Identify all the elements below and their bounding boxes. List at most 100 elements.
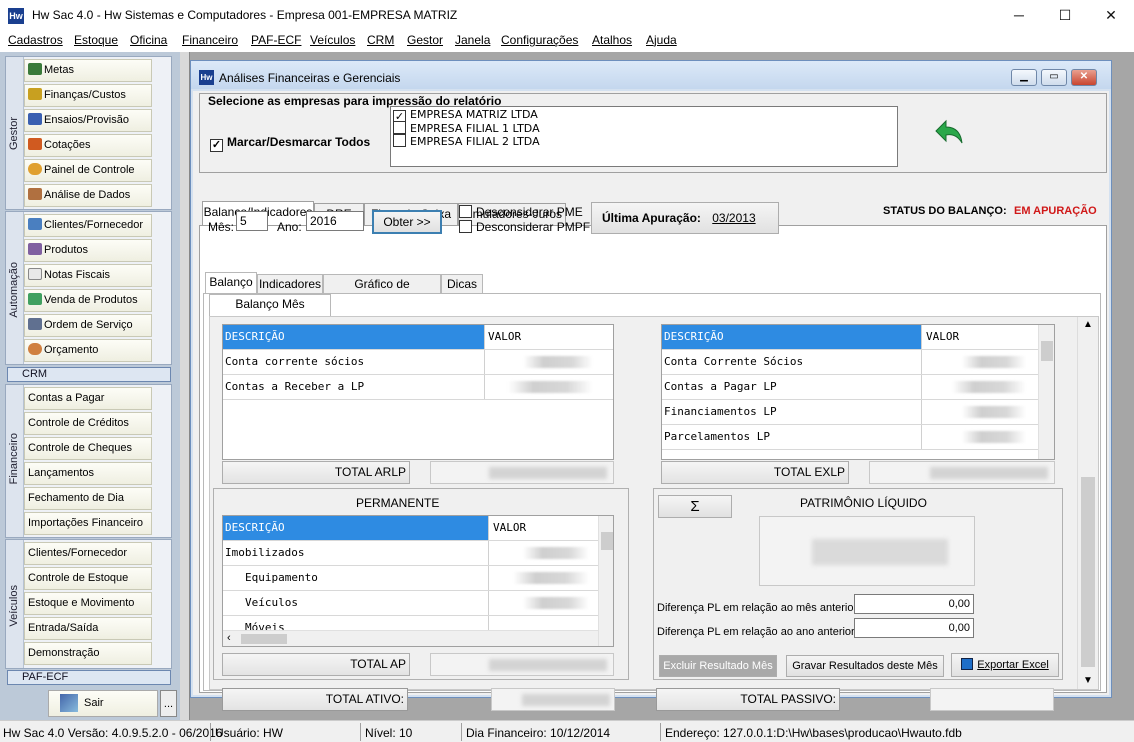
more-button[interactable]: ... bbox=[160, 690, 177, 717]
inner-tab-balanco-mes[interactable]: Balanço Mês Informado bbox=[209, 294, 331, 329]
scroll-thumb[interactable] bbox=[1041, 341, 1053, 361]
sidebar-item-venda[interactable]: Venda de Produtos bbox=[24, 289, 152, 312]
table-row[interactable]: Parcelamentos LP bbox=[662, 425, 1038, 450]
sidebar-item-lancamentos[interactable]: Lançamentos bbox=[24, 462, 152, 485]
ultima-apuracao-button[interactable]: Última Apuração: 03/2013 bbox=[591, 202, 779, 234]
table-row[interactable]: Financiamentos LP bbox=[662, 400, 1038, 425]
permanente-hscroll[interactable]: ‹ bbox=[223, 630, 598, 646]
exportar-excel-button[interactable]: Exportar Excel bbox=[951, 653, 1059, 677]
mes-input[interactable]: 5 bbox=[236, 211, 268, 231]
group-label-gestor[interactable]: Gestor bbox=[6, 57, 24, 209]
sigma-button[interactable]: Σ bbox=[658, 495, 732, 518]
checkbox-unchecked[interactable] bbox=[393, 134, 406, 147]
menu-financeiro[interactable]: Financeiro bbox=[182, 33, 238, 47]
sidebar-item-ensaios[interactable]: Ensaios/Provisão bbox=[24, 109, 152, 132]
company-item[interactable]: EMPRESA FILIAL 1 LTDA bbox=[393, 121, 540, 135]
sidebar-item-fechamento[interactable]: Fechamento de Dia bbox=[24, 487, 152, 510]
dif-ano-input[interactable]: 0,00 bbox=[854, 618, 974, 638]
table-row[interactable]: Contas a Receber a LP bbox=[223, 375, 613, 400]
sidebar-item-controle-cheques[interactable]: Controle de Cheques bbox=[24, 437, 152, 460]
menu-estoque[interactable]: Estoque bbox=[74, 33, 118, 47]
subtab-grafico-tendencias[interactable]: Gráfico de Tendências bbox=[323, 274, 441, 309]
sidebar-item-financas[interactable]: Finanças/Custos bbox=[24, 84, 152, 107]
sidebar-item-notas[interactable]: Notas Fiscais bbox=[24, 264, 152, 287]
sidebar-item-orcamento[interactable]: Orçamento bbox=[24, 339, 152, 362]
excluir-resultado-button[interactable]: Excluir Resultado Mês bbox=[659, 655, 777, 677]
sidebar-item-veic-demonstracao[interactable]: Demonstração bbox=[24, 642, 152, 665]
subtab-indicadores[interactable]: Indicadores bbox=[257, 274, 323, 294]
scroll-thumb[interactable] bbox=[601, 532, 613, 550]
table-row[interactable]: Equipamento bbox=[223, 566, 598, 591]
child-maximize-button[interactable]: ▭ bbox=[1041, 69, 1067, 86]
table-row[interactable]: Imobilizados bbox=[223, 541, 598, 566]
group-label-financeiro[interactable]: Financeiro bbox=[6, 385, 24, 537]
child-close-button[interactable]: ✕ bbox=[1071, 69, 1097, 86]
sidebar-item-analise[interactable]: Análise de Dados bbox=[24, 184, 152, 207]
sidebar-item-controle-creditos[interactable]: Controle de Créditos bbox=[24, 412, 152, 435]
minimize-button[interactable]: ─ bbox=[996, 0, 1042, 31]
checkbox-unchecked[interactable] bbox=[393, 121, 406, 134]
back-arrow-icon[interactable] bbox=[930, 119, 966, 147]
app-title: Hw Sac 4.0 - Hw Sistemas e Computadores … bbox=[32, 8, 458, 22]
scroll-thumb[interactable] bbox=[1081, 477, 1095, 667]
sidebar-group-crm[interactable]: CRM bbox=[7, 367, 171, 382]
menu-gestor[interactable]: Gestor bbox=[407, 33, 443, 47]
menu-crm[interactable]: CRM bbox=[367, 33, 394, 47]
menu-atalhos[interactable]: Atalhos bbox=[592, 33, 632, 47]
company-item[interactable]: EMPRESA FILIAL 2 LTDA bbox=[393, 134, 540, 148]
scroll-left-icon[interactable]: ‹ bbox=[227, 632, 231, 644]
desconsiderar-pmpf-checkbox[interactable]: Desconsiderar PMPF bbox=[459, 220, 590, 234]
total-passivo-value bbox=[930, 688, 1054, 711]
menu-bar: Cadastros Estoque Oficina Financeiro PAF… bbox=[0, 31, 1134, 51]
menu-janela[interactable]: Janela bbox=[455, 33, 490, 47]
menu-ajuda[interactable]: Ajuda bbox=[646, 33, 677, 47]
sidebar-item-painel[interactable]: Painel de Controle bbox=[24, 159, 152, 182]
marcar-todos-checkbox[interactable]: ✓ Marcar/Desmarcar Todos bbox=[210, 135, 370, 152]
subtab-dicas[interactable]: Dicas bbox=[441, 274, 483, 294]
sidebar-item-ordem[interactable]: Ordem de Serviço bbox=[24, 314, 152, 337]
sidebar-item-contas-pagar[interactable]: Contas a Pagar bbox=[24, 387, 152, 410]
group-label-veiculos[interactable]: Veículos bbox=[6, 540, 24, 668]
subtab-balanco[interactable]: Balanço bbox=[205, 272, 257, 294]
redacted-value bbox=[962, 406, 1026, 418]
checkbox-unchecked[interactable] bbox=[459, 205, 472, 218]
table-row[interactable]: Conta corrente sócios bbox=[223, 350, 613, 375]
checkbox-checked[interactable]: ✓ bbox=[210, 139, 223, 152]
sidebar-item-produtos[interactable]: Produtos bbox=[24, 239, 152, 262]
checkbox-unchecked[interactable] bbox=[459, 220, 472, 233]
scroll-up-icon[interactable]: ▲ bbox=[1083, 319, 1093, 330]
splitter[interactable] bbox=[180, 52, 190, 720]
gravar-resultados-button[interactable]: Gravar Resultados deste Mês bbox=[786, 655, 944, 677]
exlp-scrollbar[interactable] bbox=[1038, 325, 1054, 459]
header-descricao: DESCRIÇÃO bbox=[223, 325, 485, 349]
maximize-button[interactable]: ☐ bbox=[1042, 0, 1088, 31]
menu-configuracoes[interactable]: Configurações bbox=[501, 33, 578, 47]
sidebar-group-paf-ecf[interactable]: PAF-ECF bbox=[7, 670, 171, 685]
menu-oficina[interactable]: Oficina bbox=[130, 33, 167, 47]
sidebar-item-veic-entrada[interactable]: Entrada/Saída bbox=[24, 617, 152, 640]
table-row[interactable]: Contas a Pagar LP bbox=[662, 375, 1038, 400]
scroll-down-icon[interactable]: ▼ bbox=[1083, 675, 1093, 686]
sidebar-item-metas[interactable]: Metas bbox=[24, 59, 152, 82]
table-row[interactable]: Conta Corrente Sócios bbox=[662, 350, 1038, 375]
sidebar-item-veic-movimento[interactable]: Estoque e Movimento bbox=[24, 592, 152, 615]
obter-button[interactable]: Obter >> bbox=[372, 210, 442, 234]
sidebar-item-clientes[interactable]: Clientes/Fornecedor bbox=[24, 214, 152, 237]
sidebar-item-importacoes[interactable]: Importações Financeiro bbox=[24, 512, 152, 535]
balanco-vscroll[interactable]: ▲ ▼ bbox=[1077, 317, 1097, 689]
dif-mes-input[interactable]: 0,00 bbox=[854, 594, 974, 614]
menu-cadastros[interactable]: Cadastros bbox=[8, 33, 63, 47]
sidebar-item-veic-clientes[interactable]: Clientes/Fornecedor bbox=[24, 542, 152, 565]
sidebar-item-cotacoes[interactable]: Cotações bbox=[24, 134, 152, 157]
child-minimize-button[interactable]: ▁ bbox=[1011, 69, 1037, 86]
permanente-vscroll[interactable] bbox=[598, 516, 613, 646]
group-label-automacao[interactable]: Automação bbox=[6, 212, 24, 364]
menu-paf-ecf[interactable]: PAF-ECF bbox=[251, 33, 301, 47]
ano-input[interactable]: 2016 bbox=[306, 211, 364, 231]
menu-veiculos[interactable]: Veículos bbox=[310, 33, 355, 47]
table-row[interactable]: Veículos bbox=[223, 591, 598, 616]
sidebar-item-veic-estoque[interactable]: Controle de Estoque bbox=[24, 567, 152, 590]
scroll-thumb[interactable] bbox=[241, 634, 287, 644]
close-button[interactable]: ✕ bbox=[1088, 0, 1134, 31]
desconsiderar-pme-checkbox[interactable]: Desconsiderar PME bbox=[459, 205, 583, 219]
